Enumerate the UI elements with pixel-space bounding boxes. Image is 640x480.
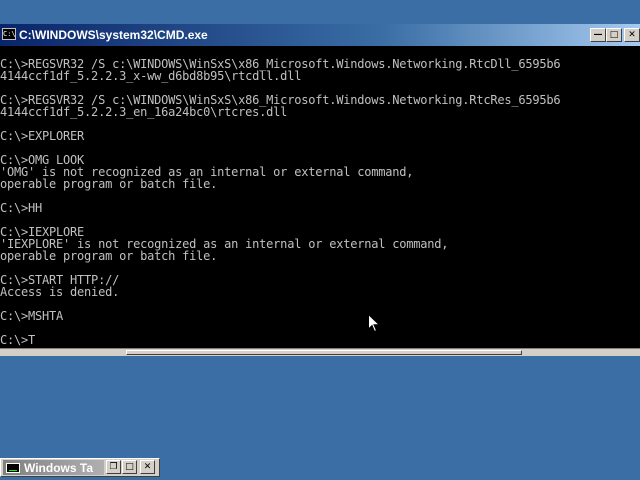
- close-button[interactable]: ✕: [140, 460, 155, 474]
- console-line: C:\>HH: [0, 201, 43, 215]
- task-manager-icon[interactable]: [6, 463, 20, 473]
- close-button[interactable]: ✕: [624, 28, 640, 42]
- console-line: 4144ccf1df_5.2.2.3_en_16a24bc0\rtcres.dl…: [0, 105, 288, 119]
- restore-button[interactable]: ❐: [106, 460, 121, 474]
- console-line: Access is denied.: [0, 285, 120, 299]
- console-line: C:\>EXPLORER: [0, 129, 85, 143]
- scrollbar-thumb[interactable]: [126, 350, 522, 355]
- maximize-button[interactable]: □: [606, 28, 622, 42]
- console-output[interactable]: C:\>REGSVR32 /S c:\WINDOWS\WinSxS\x86_Mi…: [0, 46, 640, 348]
- horizontal-scrollbar[interactable]: [0, 348, 640, 356]
- console-line: operable program or batch file.: [0, 249, 218, 263]
- maximize-button[interactable]: □: [122, 460, 137, 474]
- console-line: C:\>MSHTA: [0, 309, 64, 323]
- minimize-button[interactable]: —: [590, 28, 606, 42]
- console-line: 4144ccf1df_5.2.2.3_x-ww_d6bd8b95\rtcdll.…: [0, 69, 302, 83]
- console-line: C:\>T: [0, 333, 36, 347]
- cmd-titlebar[interactable]: C:\ C:\WINDOWS\system32\CMD.exe — □ ✕: [0, 24, 640, 46]
- mouse-cursor-icon: [368, 314, 380, 333]
- console-line: operable program or batch file.: [0, 177, 218, 191]
- window-title: C:\WINDOWS\system32\CMD.exe: [19, 28, 208, 42]
- cmd-window[interactable]: C:\ C:\WINDOWS\system32\CMD.exe — □ ✕ C:…: [0, 24, 640, 356]
- desktop: C:\ C:\WINDOWS\system32\CMD.exe — □ ✕ C:…: [0, 0, 640, 480]
- task-manager-title: Windows Ta: [24, 461, 93, 475]
- cmd-icon[interactable]: C:\: [2, 28, 16, 40]
- task-manager-titlebar[interactable]: Windows Ta: [3, 460, 104, 475]
- minimized-task-manager-window[interactable]: Windows Ta ❐ □ ✕: [0, 458, 160, 477]
